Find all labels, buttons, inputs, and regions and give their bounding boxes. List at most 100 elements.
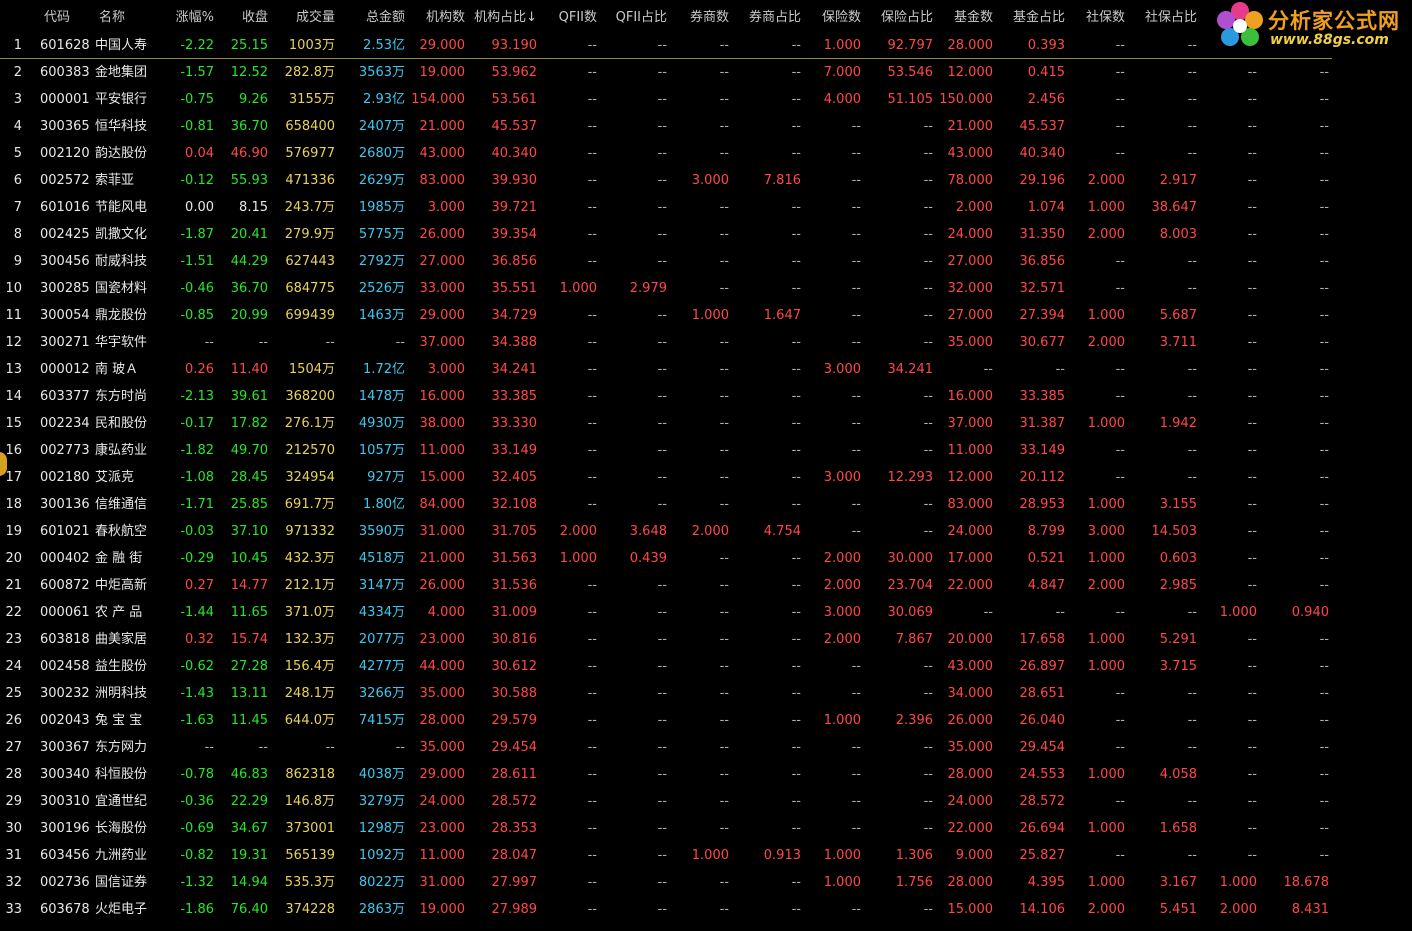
header-volume[interactable]: 成交量 bbox=[296, 0, 335, 36]
table-row[interactable]: 17 002180 艾派克 -1.08 28.45 324954 927万 15.000 32.… bbox=[0, 464, 1412, 491]
table-row[interactable]: 5 002120 韵达股份 0.04 46.90 576977 2680万 43.000 40.… bbox=[0, 140, 1412, 167]
header-code[interactable]: 代码 bbox=[44, 0, 70, 36]
table-row[interactable]: 23 603818 曲美家居 0.32 15.74 132.3万 2077万 23.000 30… bbox=[0, 626, 1412, 653]
header-broker-count[interactable]: 券商数 bbox=[690, 0, 729, 36]
table-row[interactable]: 26 002043 兔 宝 宝 -1.63 11.45 644.0万 7415万 28.000… bbox=[0, 707, 1412, 734]
table-row[interactable]: 31 603456 九洲药业 -0.82 19.31 565139 1092万 11.000 2… bbox=[0, 842, 1412, 869]
cell-qfii-ratio: -- bbox=[657, 38, 667, 53]
table-row[interactable]: 21 600872 中炬高新 0.27 14.77 212.1万 3147万 26.000 31… bbox=[0, 572, 1412, 599]
cell-qfii-ratio: -- bbox=[657, 92, 667, 107]
cell-extra-count: -- bbox=[1247, 119, 1257, 134]
cell-inst-count: 31.000 bbox=[419, 524, 466, 539]
cell-social-count: 2.000 bbox=[1087, 902, 1125, 917]
table-row[interactable]: 30 300196 长海股份 -0.69 34.67 373001 1298万 23.000 2… bbox=[0, 815, 1412, 842]
table-row[interactable]: 2 600383 金地集团 -1.57 12.52 282.8万 3563万 19.000 53… bbox=[0, 59, 1412, 86]
header-inst-count[interactable]: 机构数 bbox=[426, 0, 465, 36]
cell-inst-count: 26.000 bbox=[419, 227, 466, 242]
header-broker-ratio[interactable]: 券商占比 bbox=[749, 0, 801, 36]
table-row[interactable]: 24 002458 益生股份 -0.62 27.28 156.4万 4277万 44.000 3… bbox=[0, 653, 1412, 680]
header-qfii-ratio[interactable]: QFII占比 bbox=[616, 0, 667, 36]
table-row[interactable]: 32 002736 国信证券 -1.32 14.94 535.3万 8022万 31.000 2… bbox=[0, 869, 1412, 896]
header-insurance-count[interactable]: 保险数 bbox=[822, 0, 861, 36]
table-row[interactable]: 6 002572 索菲亚 -0.12 55.93 471336 2629万 83.000 39.… bbox=[0, 167, 1412, 194]
cell-insurance-count: -- bbox=[851, 254, 861, 269]
table-row[interactable]: 28 300340 科恒股份 -0.78 46.83 862318 4038万 29.000 2… bbox=[0, 761, 1412, 788]
header-close[interactable]: 收盘 bbox=[242, 0, 268, 36]
cell-insurance-count: 1.000 bbox=[823, 38, 861, 53]
cell-qfii-count: -- bbox=[587, 686, 597, 701]
table-row[interactable]: 33 603678 火炬电子 -1.86 76.40 374228 2863万 19.000 2… bbox=[0, 896, 1412, 923]
table-row[interactable]: 18 300136 信维通信 -1.71 25.85 691.7万 1.80亿 84.000 3… bbox=[0, 491, 1412, 518]
table-row[interactable]: 20 000402 金 融 街 -0.29 10.45 432.3万 4518万 21.000… bbox=[0, 545, 1412, 572]
cell-extra-count: -- bbox=[1247, 632, 1257, 647]
header-social-count[interactable]: 社保数 bbox=[1086, 0, 1125, 36]
table-row[interactable]: 7 601016 节能风电 0.00 8.15 243.7万 1985万 3.000 39.72… bbox=[0, 194, 1412, 221]
cell-amount: 4518万 bbox=[358, 551, 405, 566]
table-row[interactable]: 3 000001 平安银行 -0.75 9.26 3155万 2.93亿 154.000 53.… bbox=[0, 86, 1412, 113]
cell-social-count: -- bbox=[1115, 605, 1125, 620]
header-fund-count[interactable]: 基金数 bbox=[954, 0, 993, 36]
table-row[interactable]: 8 002425 凯撒文化 -1.87 20.41 279.9万 5775万 26.000 39… bbox=[0, 221, 1412, 248]
cell-fund-count: 37.000 bbox=[947, 416, 994, 431]
header-amount[interactable]: 总金额 bbox=[366, 0, 405, 36]
cell-name: 中炬高新 bbox=[95, 578, 148, 593]
table-row[interactable]: 9 300456 耐威科技 -1.51 44.29 627443 2792万 27.000 36… bbox=[0, 248, 1412, 275]
table-row[interactable]: 11 300054 鼎龙股份 -0.85 20.99 699439 1463万 29.000 3… bbox=[0, 302, 1412, 329]
cell-volume: 684775 bbox=[285, 281, 335, 296]
header-inst-ratio[interactable]: 机构占比↓ bbox=[474, 0, 537, 36]
cell-code: 002572 bbox=[40, 173, 90, 188]
cell-change-pct: -1.44 bbox=[180, 605, 214, 620]
cell-fund-count: 11.000 bbox=[947, 443, 994, 458]
cell-close: 44.29 bbox=[230, 254, 268, 269]
table-row[interactable]: 29 300310 宜通世纪 -0.36 22.29 146.8万 3279万 24.000 2… bbox=[0, 788, 1412, 815]
cell-fund-ratio: 29.454 bbox=[1019, 740, 1066, 755]
cell-social-ratio: -- bbox=[1187, 740, 1197, 755]
cell-broker-count: 2.000 bbox=[691, 524, 729, 539]
table-row[interactable]: 12 300271 华宇软件 -- -- -- -- 37.000 34.388 -- -- -- --… bbox=[0, 329, 1412, 356]
cell-code: 300232 bbox=[40, 686, 90, 701]
cell-row-number: 2 bbox=[13, 65, 22, 80]
cell-social-count: -- bbox=[1115, 686, 1125, 701]
cell-broker-ratio: -- bbox=[791, 362, 801, 377]
header-insurance-ratio[interactable]: 保险占比 bbox=[881, 0, 933, 36]
cell-extra-count: -- bbox=[1247, 146, 1257, 161]
table-row[interactable]: 15 002234 民和股份 -0.17 17.82 276.1万 4930万 38.000 3… bbox=[0, 410, 1412, 437]
table-row[interactable]: 22 000061 农 产 品 -1.44 11.65 371.0万 4334万 4.000 3… bbox=[0, 599, 1412, 626]
cell-extra-ratio: -- bbox=[1319, 308, 1329, 323]
cell-inst-ratio: 33.385 bbox=[491, 389, 538, 404]
cell-insurance-count: -- bbox=[851, 497, 861, 512]
cell-inst-count: 28.000 bbox=[419, 713, 466, 728]
table-row[interactable]: 1 601628 中国人寿 -2.22 25.15 1003万 2.53亿 29.000 93.… bbox=[0, 32, 1412, 59]
cell-qfii-ratio: -- bbox=[657, 416, 667, 431]
header-qfii-count[interactable]: QFII数 bbox=[559, 0, 597, 36]
table-row[interactable]: 27 300367 东方网力 -- -- -- -- 35.000 29.454 -- -- -- --… bbox=[0, 734, 1412, 761]
cell-volume: 699439 bbox=[285, 308, 335, 323]
header-name[interactable]: 名称 bbox=[99, 0, 125, 36]
cell-fund-ratio: 36.856 bbox=[1019, 254, 1066, 269]
cell-extra-ratio: -- bbox=[1319, 524, 1329, 539]
cell-extra-ratio: -- bbox=[1319, 713, 1329, 728]
cell-insurance-count: -- bbox=[851, 227, 861, 242]
cell-name: 国信证券 bbox=[95, 875, 148, 890]
header-fund-ratio[interactable]: 基金占比 bbox=[1013, 0, 1065, 36]
table-row[interactable]: 19 601021 春秋航空 -0.03 37.10 971332 3590万 31.000 3… bbox=[0, 518, 1412, 545]
header-social-ratio[interactable]: 社保占比 bbox=[1145, 0, 1197, 36]
cell-close: 11.40 bbox=[230, 362, 268, 377]
cell-extra-ratio: -- bbox=[1319, 389, 1329, 404]
cell-fund-ratio: 40.340 bbox=[1019, 146, 1066, 161]
table-row[interactable]: 16 002773 康弘药业 -1.82 49.70 212570 1057万 11.000 3… bbox=[0, 437, 1412, 464]
cell-qfii-ratio: 0.439 bbox=[629, 551, 667, 566]
cell-amount: 3563万 bbox=[358, 65, 405, 80]
table-row[interactable]: 10 300285 国瓷材料 -0.46 36.70 684775 2526万 33.000 3… bbox=[0, 275, 1412, 302]
cell-social-count: 1.000 bbox=[1087, 821, 1125, 836]
cell-fund-count: -- bbox=[983, 362, 993, 377]
table-row[interactable]: 25 300232 洲明科技 -1.43 13.11 248.1万 3266万 35.000 3… bbox=[0, 680, 1412, 707]
cell-extra-ratio: -- bbox=[1319, 416, 1329, 431]
cell-fund-count: 20.000 bbox=[947, 632, 994, 647]
header-change-pct[interactable]: 涨幅% bbox=[176, 0, 214, 36]
table-row[interactable]: 13 000012 南 玻Ａ 0.26 11.40 1504万 1.72亿 3.000 34.2… bbox=[0, 356, 1412, 383]
cell-qfii-count: -- bbox=[587, 362, 597, 377]
table-row[interactable]: 14 603377 东方时尚 -2.13 39.61 368200 1478万 16.000 3… bbox=[0, 383, 1412, 410]
cell-social-ratio: 3.715 bbox=[1159, 659, 1197, 674]
table-row[interactable]: 4 300365 恒华科技 -0.81 36.70 658400 2407万 21.000 45… bbox=[0, 113, 1412, 140]
